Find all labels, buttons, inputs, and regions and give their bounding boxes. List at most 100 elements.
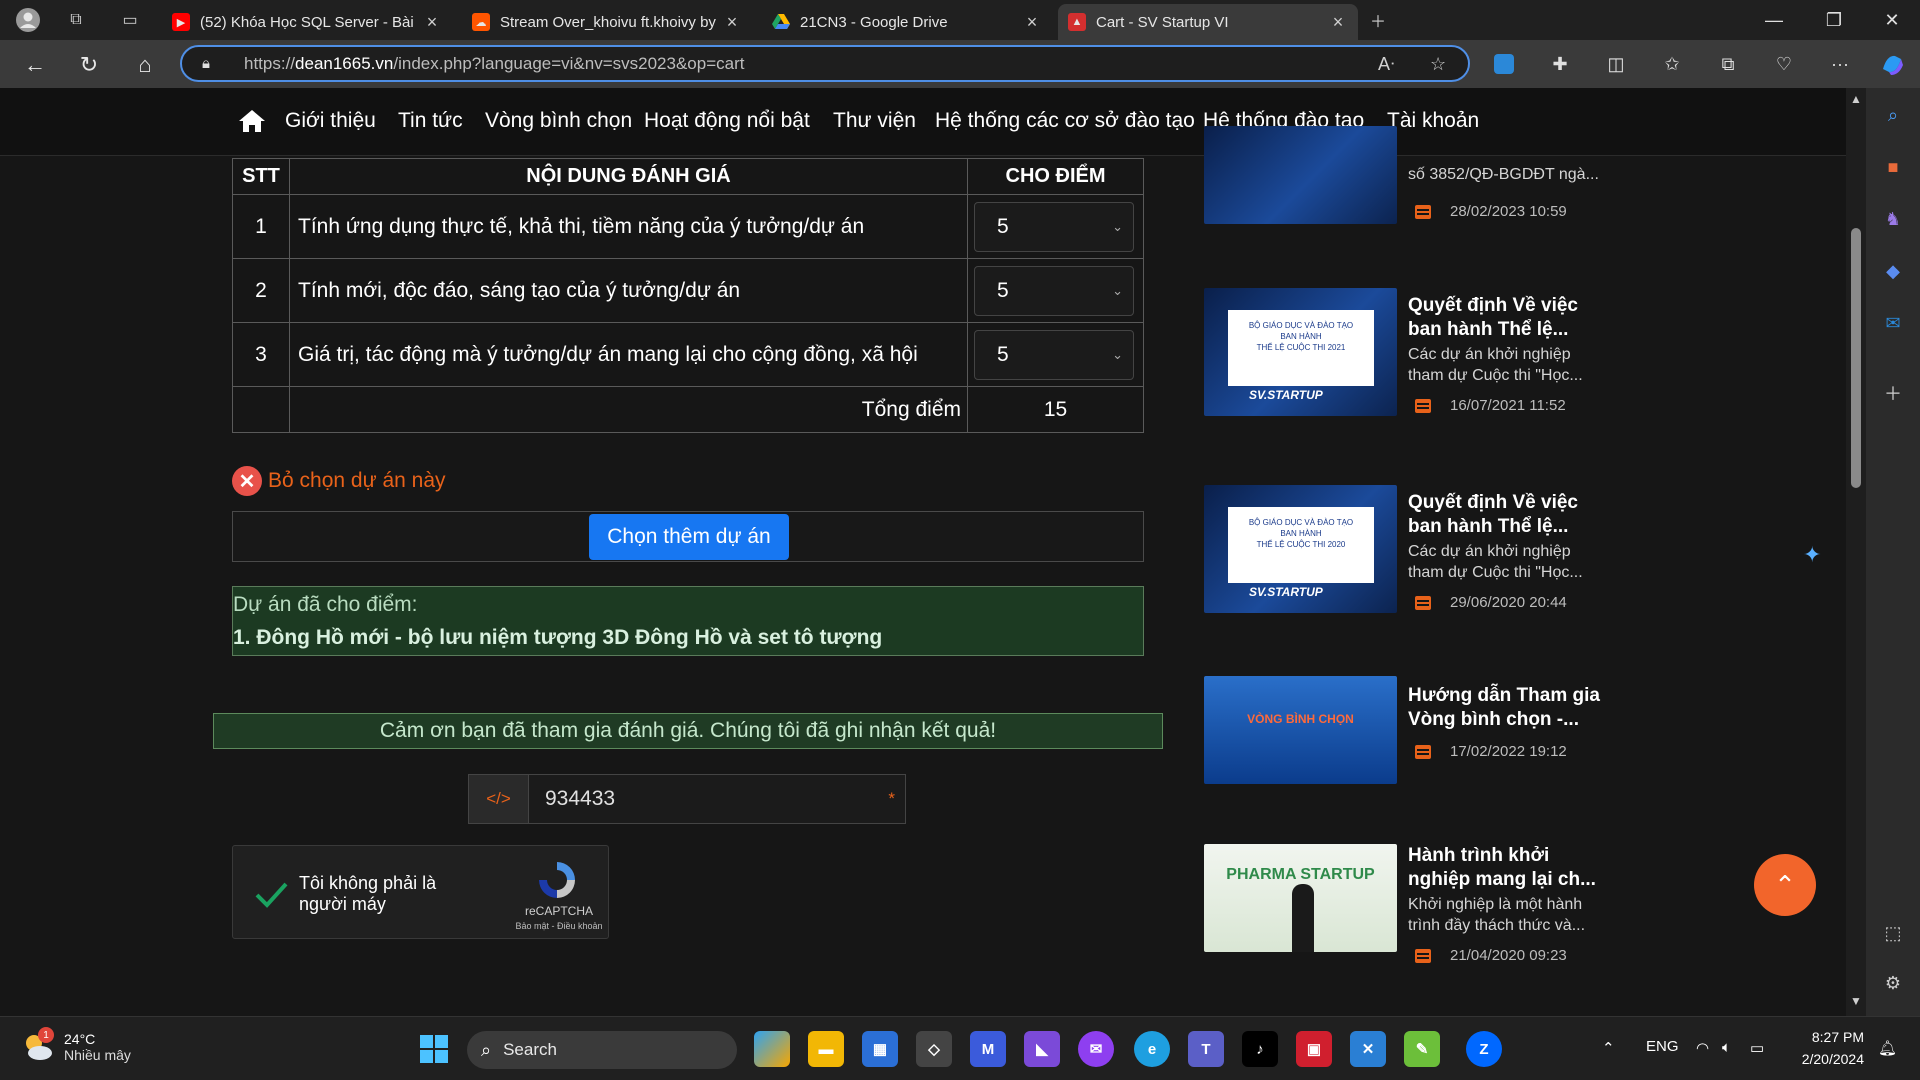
captcha-input[interactable]: 934433 *: [529, 775, 905, 823]
workspaces-icon[interactable]: ⧉: [62, 6, 90, 34]
remove-circle-icon: ✕: [232, 466, 262, 496]
row-content: Tính mới, độc đáo, sáng tạo của ý tưởng/…: [289, 258, 968, 323]
tray-overflow-icon[interactable]: ⌃: [1602, 1039, 1615, 1057]
file-explorer-icon[interactable]: ▬: [808, 1031, 844, 1067]
collections-icon[interactable]: ⧉: [1714, 50, 1742, 78]
choose-more-button[interactable]: Chọn thêm dự án: [589, 514, 789, 560]
games-icon[interactable]: ♞: [1880, 206, 1906, 232]
recaptcha-checkbox[interactable]: [251, 874, 291, 914]
split-screen-icon[interactable]: ◫: [1602, 50, 1630, 78]
profile-icon[interactable]: [14, 6, 42, 34]
unity-icon[interactable]: ◇: [916, 1031, 952, 1067]
performance-icon[interactable]: ♡: [1770, 50, 1798, 78]
close-window-icon[interactable]: ✕: [1864, 0, 1920, 40]
wifi-icon[interactable]: ◠: [1696, 1039, 1709, 1057]
scrollbar-thumb[interactable]: [1851, 228, 1861, 488]
nav-he-thong-co-so[interactable]: Hệ thống các cơ sở đào tạo: [935, 109, 1195, 133]
favorites-icon[interactable]: ✩: [1658, 50, 1686, 78]
clock-time[interactable]: 8:27 PM: [1792, 1029, 1864, 1045]
teams-icon[interactable]: T: [1188, 1031, 1224, 1067]
nav-thu-vien[interactable]: Thư viện: [833, 109, 916, 133]
app-red-icon[interactable]: ▣: [1296, 1031, 1332, 1067]
volume-icon[interactable]: 🔈︎: [1722, 1039, 1731, 1056]
score-select[interactable]: 5 ⌄: [974, 265, 1134, 316]
new-tab-icon[interactable]: ＋: [1364, 6, 1392, 34]
battery-icon[interactable]: ▭: [1750, 1039, 1764, 1057]
success-message: Cảm ơn bạn đã tham gia đánh giá. Chúng t…: [213, 713, 1163, 749]
nav-tin-tuc[interactable]: Tin tức: [398, 109, 463, 133]
close-tab-icon[interactable]: ×: [1022, 12, 1042, 33]
app-green-icon[interactable]: ✎: [1404, 1031, 1440, 1067]
visual-studio-icon[interactable]: ◣: [1024, 1031, 1060, 1067]
remove-project-link[interactable]: ✕ Bỏ chọn dự án này: [232, 466, 446, 496]
nav-vong-binh-chon[interactable]: Vòng bình chọn: [485, 109, 632, 133]
tab-cart-active[interactable]: ▲ Cart - SV Startup VI ×: [1058, 4, 1358, 40]
extensions-icon[interactable]: ✚: [1546, 50, 1574, 78]
more-menu-icon[interactable]: ···: [1826, 50, 1854, 78]
vertical-tabs-icon[interactable]: ▭: [116, 6, 144, 34]
extension-drop-icon[interactable]: [1490, 50, 1518, 78]
nav-tai-khoan[interactable]: Tài khoản: [1387, 109, 1479, 133]
recaptcha-terms[interactable]: Bảo mật - Điều khoản: [499, 921, 619, 931]
outlook-icon[interactable]: ✉: [1880, 310, 1906, 336]
speaker-figure: [1292, 884, 1314, 952]
cloud-sun-icon: 1: [20, 1027, 56, 1065]
clock-date[interactable]: 2/20/2024: [1780, 1051, 1864, 1067]
favorite-star-icon[interactable]: ☆: [1430, 54, 1446, 75]
page-scrollbar[interactable]: ▲ ▼: [1846, 88, 1866, 1016]
edge-taskbar-icon[interactable]: e: [1134, 1031, 1170, 1067]
office-icon[interactable]: ◆: [1880, 258, 1906, 284]
score-select[interactable]: 5 ⌄: [974, 329, 1134, 380]
microsoft-store-icon[interactable]: ▦: [862, 1031, 898, 1067]
refresh-icon[interactable]: ↻: [72, 48, 106, 82]
search-icon[interactable]: ⌕: [1880, 102, 1906, 128]
restore-icon[interactable]: ❐: [1806, 0, 1862, 40]
post-title: Hướng dẫn Tham gia Vòng bình chọn -...: [1408, 685, 1600, 730]
tab-youtube[interactable]: ▶ (52) Khóa Học SQL Server - Bài 0 ×: [162, 4, 452, 40]
minimize-icon[interactable]: —: [1746, 0, 1802, 40]
messenger-icon[interactable]: ✉: [1078, 1031, 1114, 1067]
scroll-up-icon[interactable]: ▲: [1850, 92, 1862, 106]
windows-taskbar: 1 24°C Nhiều mây ⌕ Search ▬ ▦ ◇ M ◣ ✉ e …: [0, 1016, 1920, 1080]
post-date: 17/02/2022 19:12: [1450, 743, 1567, 760]
copilot-taskbar-icon[interactable]: [754, 1031, 790, 1067]
header-content: NỘI DUNG ĐÁNH GIÁ: [289, 158, 968, 195]
close-tab-icon[interactable]: ×: [422, 12, 442, 33]
tab-google-drive[interactable]: 21CN3 - Google Drive ×: [762, 4, 1052, 40]
notification-bell-icon[interactable]: 🔔︎: [1878, 1039, 1897, 1057]
screenshot-icon[interactable]: ⬚: [1880, 920, 1906, 946]
start-icon[interactable]: [416, 1031, 452, 1067]
url-field[interactable]: 🔒︎ https://dean1665.vn/index.php?languag…: [180, 45, 1470, 82]
taskbar-search[interactable]: ⌕ Search: [467, 1031, 737, 1069]
scroll-down-icon[interactable]: ▼: [1850, 994, 1862, 1008]
lock-icon: 🔒︎: [202, 55, 210, 72]
close-tab-icon[interactable]: ×: [722, 12, 742, 33]
row-stt: 3: [232, 322, 290, 387]
scroll-to-top-button[interactable]: ⌃: [1754, 854, 1816, 916]
copilot-icon[interactable]: [1878, 50, 1906, 78]
nav-gioi-thieu[interactable]: Giới thiệu: [285, 109, 376, 133]
zalo-icon[interactable]: Z: [1466, 1031, 1502, 1067]
weather-widget[interactable]: 1 24°C Nhiều mây: [20, 1027, 131, 1065]
read-aloud-icon[interactable]: Aᐧ: [1378, 54, 1395, 75]
weather-temp: 24°C: [64, 1031, 96, 1047]
home-icon[interactable]: [238, 108, 266, 134]
sidebar-settings-icon[interactable]: ⚙: [1880, 970, 1906, 996]
app-tools-icon[interactable]: ✕: [1350, 1031, 1386, 1067]
back-icon[interactable]: ←: [18, 48, 52, 82]
calendar-icon: [1415, 949, 1431, 963]
sparkle-icon[interactable]: ✦: [1803, 542, 1821, 568]
vs-code-like-icon[interactable]: M: [970, 1031, 1006, 1067]
score-select[interactable]: 5 ⌄: [974, 201, 1134, 252]
add-sidebar-app-icon[interactable]: ＋: [1880, 380, 1906, 406]
site-navbar: Giới thiệu Tin tức Vòng bình chọn Hoạt đ…: [0, 88, 1866, 156]
input-language[interactable]: ENG: [1646, 1038, 1679, 1055]
score-cell: 5 ⌄: [967, 258, 1144, 323]
shopping-icon[interactable]: ■: [1880, 154, 1906, 180]
home-browser-icon[interactable]: ⌂: [128, 48, 162, 82]
tab-soundcloud[interactable]: ☁ Stream Over_khoivu ft.khoivy by ×: [462, 4, 752, 40]
thumb-card: BỘ GIÁO DỤC VÀ ĐÀO TẠO BAN HÀNH THỂ LỆ CUỘ…: [1228, 507, 1374, 583]
tiktok-icon[interactable]: ♪: [1242, 1031, 1278, 1067]
nav-hoat-dong-noi-bat[interactable]: Hoạt động nổi bật: [644, 109, 810, 133]
close-tab-icon[interactable]: ×: [1328, 12, 1348, 33]
